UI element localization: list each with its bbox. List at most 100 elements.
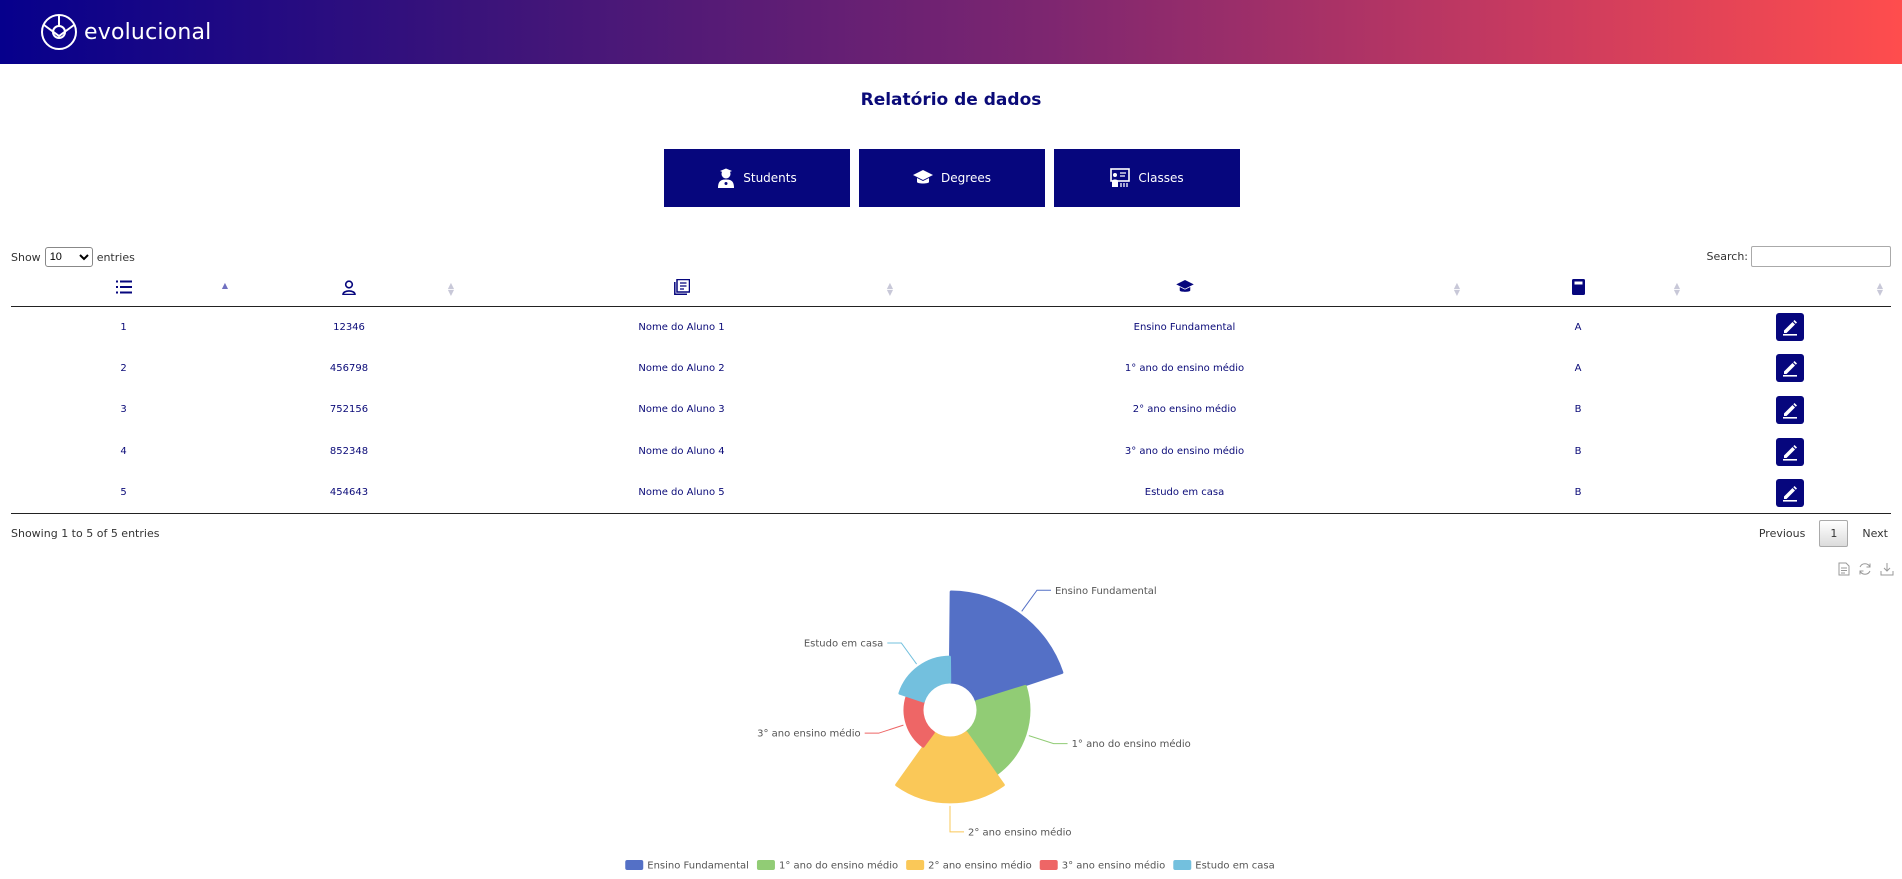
row-actions-cell (1688, 472, 1891, 515)
row-number-cell: 5 (11, 472, 236, 515)
classes-button[interactable]: Classes (1054, 149, 1240, 207)
row-number-cell: 1 (120, 321, 127, 333)
edit-icon (1782, 402, 1797, 419)
search-input[interactable] (1751, 246, 1891, 267)
row-degree-cell: 2° ano ensino médio (1132, 404, 1237, 416)
chart-legend: Ensino Fundamental 1° ano do ensino médio… (625, 860, 1275, 872)
row-class-cell: A (1574, 362, 1582, 374)
row-name-cell: Nome do Aluno 3 (638, 404, 725, 416)
label-line (1028, 735, 1068, 745)
row-degree-cell: Estudo em casa (901, 472, 1468, 515)
slice-label: Ensino Fundamental (1055, 586, 1157, 597)
sort-both-icon: ▲ ▼ (1876, 281, 1883, 297)
students-button[interactable]: Students (664, 149, 850, 207)
page-length-select[interactable]: 102550100 (44, 247, 93, 267)
sort-both-icon: ▲ ▼ (1673, 281, 1680, 297)
row-degree-cell: 1° ano do ensino médio (1124, 362, 1245, 374)
search-control: Search: (1706, 246, 1891, 267)
brand-logo[interactable]: evolucional (40, 13, 211, 51)
label-line (949, 805, 964, 833)
table-row: 1 12346 Nome do Aluno 1 Ensino Fundamental A (11, 306, 1891, 348)
legend-label: 1° ano do ensino médio (779, 860, 898, 872)
previous-button[interactable]: Previous (1759, 527, 1806, 540)
legend-label: 3° ano ensino médio (1062, 860, 1166, 872)
user-graduate-icon (718, 168, 735, 188)
legend-swatch (906, 860, 925, 870)
label-line (864, 724, 904, 734)
edit-button[interactable] (1775, 437, 1804, 466)
edit-icon (1782, 361, 1797, 377)
header-degree[interactable]: ▲ ▼ (901, 272, 1468, 307)
row-actions-cell (1688, 348, 1891, 390)
degrees-button[interactable]: Degrees (859, 149, 1045, 207)
pie-slice[interactable] (903, 695, 935, 748)
header-name[interactable]: ▲ ▼ (462, 272, 901, 307)
page-1-button[interactable]: 1 (1819, 520, 1849, 547)
legend-swatch (756, 860, 775, 870)
legend-item[interactable]: Estudo em casa (1173, 860, 1275, 872)
table-header-row: ▲ ▲ ▼ ▲ ▼ ▲ ▼ ▲ ▼ ▲ ▼ (11, 272, 1891, 307)
restore-icon[interactable] (1858, 562, 1872, 576)
books-icon (673, 279, 690, 296)
edit-icon (1782, 444, 1797, 461)
row-degree-cell: 3° ano do ensino médio (1124, 446, 1245, 458)
row-name-cell: Nome do Aluno 4 (638, 446, 725, 458)
header-class[interactable]: ▲ ▼ (1468, 272, 1688, 307)
slice-label: Estudo em casa (804, 638, 883, 649)
pie-slice[interactable] (948, 590, 1064, 703)
pie-slice[interactable] (898, 655, 952, 703)
sort-both-icon: ▲ ▼ (886, 281, 893, 297)
table-row: 5 454643 Nome do Aluno 5 Estudo em casa B (11, 472, 1891, 515)
row-name-cell: Nome do Aluno 2 (638, 362, 725, 374)
search-label: Search: (1706, 250, 1749, 263)
sort-asc-icon: ▲ (221, 281, 228, 290)
graduation-cap-icon (1175, 280, 1194, 293)
classes-button-label: Classes (1138, 171, 1184, 185)
save-image-icon[interactable] (1880, 562, 1894, 576)
table-row: 3 752156 Nome do Aluno 3 2° ano ensino médi… (11, 389, 1891, 431)
legend-item[interactable]: 1° ano do ensino médio (756, 860, 898, 872)
legend-label: 2° ano ensino médio (928, 860, 1032, 872)
book-icon (1571, 279, 1585, 296)
entries-label: entries (96, 250, 135, 264)
list-ordered-icon (115, 280, 132, 294)
legend-item[interactable]: Ensino Fundamental (625, 860, 749, 872)
chalkboard-teacher-icon (1110, 168, 1131, 187)
edit-button[interactable] (1775, 478, 1804, 507)
data-view-icon[interactable] (1838, 562, 1850, 576)
degree-distribution-chart: Ensino Fundamental 1° ano do ensino médio… (625, 586, 1275, 872)
row-ra-cell: 12346 (333, 321, 365, 333)
legend-item[interactable]: 3° ano ensino médio (1039, 860, 1166, 872)
edit-button[interactable] (1775, 395, 1804, 424)
row-actions-cell (1688, 306, 1891, 348)
graduation-cap-icon (913, 170, 934, 184)
row-ra-cell: 454643 (236, 472, 462, 515)
label-line (1021, 589, 1051, 612)
row-ra-cell: 456798 (329, 362, 369, 374)
slice-label: 3° ano ensino médio (757, 728, 861, 740)
row-ra-cell: 752156 (329, 404, 369, 416)
legend-label: Ensino Fundamental (647, 861, 749, 872)
report-nav: Students Degrees Classes (664, 149, 1240, 207)
row-actions-cell (1688, 431, 1891, 473)
row-class-cell: A (1574, 321, 1582, 333)
row-class-cell: B (1574, 446, 1582, 458)
evolucional-logo-icon (41, 14, 77, 50)
edit-icon (1782, 320, 1797, 336)
legend-swatch (625, 860, 644, 870)
header-ra[interactable]: ▲ ▼ (236, 272, 462, 307)
students-button-label: Students (743, 171, 797, 185)
next-button[interactable]: Next (1862, 527, 1888, 540)
header-actions[interactable]: ▲ ▼ (1688, 272, 1891, 307)
page-length-control: Show 102550100 entries (11, 247, 135, 267)
legend-swatch (1173, 860, 1192, 870)
legend-swatch (1039, 860, 1058, 870)
sort-both-icon: ▲ ▼ (447, 281, 454, 297)
header-number[interactable]: ▲ (11, 272, 236, 307)
legend-item[interactable]: 2° ano ensino médio (906, 860, 1032, 872)
edit-button[interactable] (1775, 313, 1804, 342)
edit-button[interactable] (1775, 354, 1804, 383)
table-row: 2 456798 Nome do Aluno 2 1° ano do ensino m… (11, 348, 1891, 390)
row-class-cell: B (1574, 404, 1582, 416)
row-degree-cell: Ensino Fundamental (1133, 321, 1236, 333)
